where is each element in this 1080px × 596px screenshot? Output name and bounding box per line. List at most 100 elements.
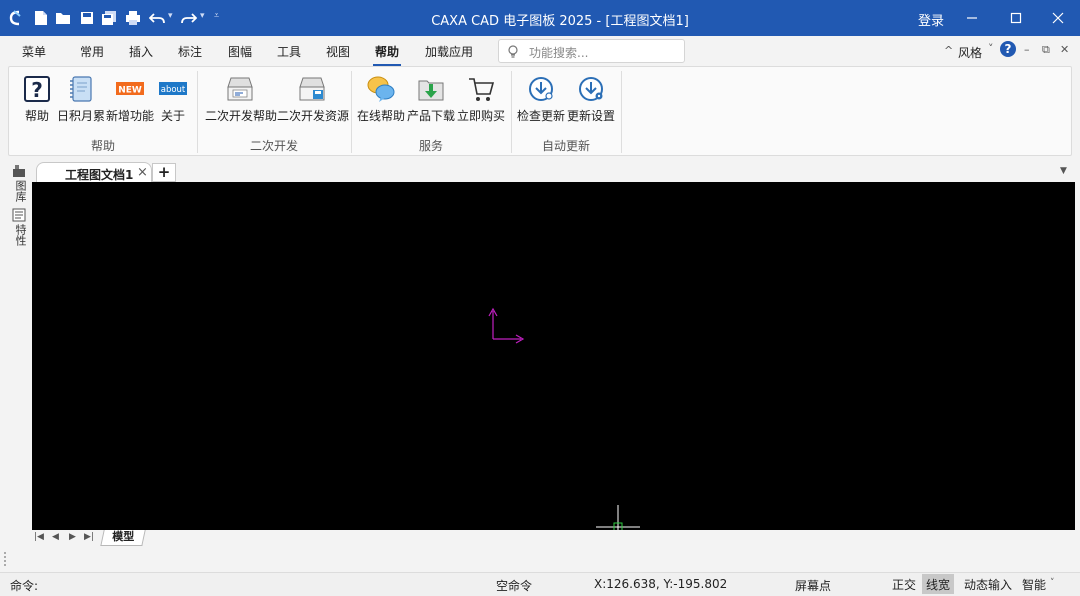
app-logo-icon [9, 10, 21, 26]
side-tab-properties[interactable]: 特性 [12, 224, 28, 246]
whats-new-button[interactable]: NEW 新增功能 [105, 71, 155, 123]
download-button[interactable]: 产品下载 [407, 71, 455, 123]
download-folder-icon [418, 80, 444, 101]
ortho-toggle[interactable]: 正交 [888, 574, 920, 594]
document-tab-bar: 工程图文档1 × + ▼ [0, 158, 1080, 182]
tab-common[interactable]: 常用 [80, 43, 104, 60]
open-file-icon[interactable] [54, 9, 72, 27]
search-placeholder: 功能搜索... [529, 46, 589, 60]
tab-sheet[interactable]: 图幅 [228, 43, 252, 60]
side-tab-library[interactable]: 图库 [12, 180, 28, 202]
save-icon[interactable] [78, 9, 96, 27]
tab-help[interactable]: 帮助 [372, 43, 402, 66]
tab-view[interactable]: 视图 [326, 43, 350, 60]
dev-help-button[interactable]: 二次开发帮助 [205, 71, 278, 123]
close-icon[interactable] [1036, 0, 1080, 36]
about-badge-icon: about [159, 82, 187, 95]
command-line-area[interactable] [0, 546, 1080, 572]
last-layout-icon[interactable]: ▶| [84, 532, 94, 542]
command-grip-icon[interactable] [4, 552, 10, 566]
undo-icon[interactable] [148, 9, 166, 27]
document-tab-label: 工程图文档1 [65, 168, 134, 182]
ribbon-minimize-icon[interactable]: – [1024, 43, 1030, 56]
status-bar: 命令: 空命令 X:126.638, Y:-195.802 屏幕点 正交 线宽 … [0, 572, 1080, 596]
first-layout-icon[interactable]: |◀ [34, 532, 44, 542]
redo-dropdown-icon[interactable]: ▾ [200, 11, 205, 21]
online-help-button[interactable]: 在线帮助 [357, 71, 405, 123]
dev-resource-icon [299, 77, 325, 101]
whats-new-button-label: 新增功能 [105, 109, 154, 123]
check-update-button[interactable]: 检查更新 [517, 71, 565, 123]
dynamic-input-toggle[interactable]: 动态输入 [960, 574, 1016, 594]
tab-insert[interactable]: 插入 [129, 43, 153, 60]
side-panel: 图库 特性 [8, 158, 32, 538]
new-file-icon[interactable] [32, 9, 50, 27]
customize-icon[interactable]: ⩡ [214, 11, 219, 21]
style-caret-up-icon[interactable]: ^ [944, 44, 953, 57]
canvas-overlay [488, 307, 640, 530]
lineweight-toggle[interactable]: 线宽 [922, 574, 955, 594]
ucs-axis-icon [488, 307, 525, 344]
library-icon [13, 165, 25, 177]
dev-resource-button-label: 二次开发资源 [277, 109, 350, 123]
lightbulb-icon [508, 45, 518, 58]
cart-icon [469, 78, 495, 101]
login-button[interactable]: 登录 [918, 10, 944, 29]
help-circle-icon[interactable]: ? [1000, 41, 1016, 57]
smart-dropdown-icon[interactable]: ˅ [1050, 578, 1055, 588]
buy-now-button[interactable]: 立即购买 [457, 71, 505, 123]
dev-help-button-label: 二次开发帮助 [205, 109, 278, 123]
prev-layout-icon[interactable]: ◀ [52, 532, 59, 542]
style-dropdown-icon[interactable]: ˅ [988, 42, 994, 55]
ribbon-tab-bar: 菜单 常用 插入 标注 图幅 工具 视图 帮助 加载应用 功能搜索... ^ 风… [0, 36, 1080, 66]
close-tab-icon[interactable]: × [137, 165, 148, 180]
notebook-icon [70, 76, 92, 102]
new-badge-icon: NEW [116, 82, 144, 96]
tips-button[interactable]: 日积月累 [57, 71, 106, 123]
ribbon-panel: ? 帮助 日积月累 NEW 新增功能 about 关于 帮助 二次开发帮助 二次… [8, 66, 1072, 156]
dev-help-icon [227, 77, 253, 101]
update-settings-button[interactable]: 更新设置 [567, 71, 615, 123]
cursor-coordinates: X:126.638, Y:-195.802 [594, 577, 728, 591]
drawing-canvas[interactable] [32, 182, 1075, 530]
minimize-icon[interactable] [950, 0, 994, 36]
help-question-icon: ? [24, 76, 50, 102]
window-title: CAXA CAD 电子图板 2025 - [工程图文档1] [431, 14, 689, 29]
help-button-label: 帮助 [24, 109, 49, 123]
tab-annotate[interactable]: 标注 [178, 43, 202, 60]
properties-icon [12, 208, 26, 222]
command-status: 空命令 [496, 579, 533, 593]
save-all-icon[interactable] [100, 9, 118, 27]
update-settings-icon [579, 77, 603, 101]
about-button[interactable]: about 关于 [155, 71, 191, 123]
tips-button-label: 日积月累 [57, 109, 106, 123]
tab-menu[interactable]: 菜单 [22, 43, 46, 60]
tab-tools[interactable]: 工具 [277, 43, 301, 60]
smart-snap-toggle[interactable]: 智能 [1018, 574, 1050, 594]
redo-icon[interactable] [180, 9, 198, 27]
command-prompt[interactable]: 命令: [10, 577, 38, 594]
title-bar: ▾ ▾ ⩡ CAXA CAD 电子图板 2025 - [工程图文档1] 登录 [0, 0, 1080, 36]
layout-tab-model[interactable]: 模型 [100, 530, 146, 546]
group-separator [621, 71, 622, 153]
tab-list-dropdown-icon[interactable]: ▼ [1060, 166, 1067, 176]
maximize-icon[interactable] [994, 0, 1038, 36]
add-tab-icon[interactable]: + [152, 163, 176, 182]
help-button[interactable]: ? 帮助 [19, 71, 55, 123]
dev-resource-button[interactable]: 二次开发资源 [277, 71, 350, 123]
new-badge-text: NEW [118, 86, 142, 96]
group-label-dev: 二次开发 [249, 139, 298, 153]
document-tab[interactable]: 工程图文档1 × [36, 162, 152, 182]
print-icon[interactable] [124, 9, 142, 27]
next-layout-icon[interactable]: ▶ [69, 532, 76, 542]
tab-addins[interactable]: 加载应用 [425, 43, 473, 60]
search-input[interactable]: 功能搜索... [498, 39, 685, 63]
crosshair-cursor-icon [596, 505, 640, 530]
ribbon-restore-icon[interactable]: ⧉ [1042, 43, 1050, 57]
style-switch[interactable]: 风格 [958, 44, 982, 61]
about-badge-text: about [161, 85, 186, 95]
undo-dropdown-icon[interactable]: ▾ [168, 11, 173, 21]
ribbon-close-icon[interactable]: ✕ [1060, 43, 1069, 56]
snap-mode[interactable]: 屏幕点 [795, 577, 831, 594]
online-help-icon [367, 76, 395, 102]
